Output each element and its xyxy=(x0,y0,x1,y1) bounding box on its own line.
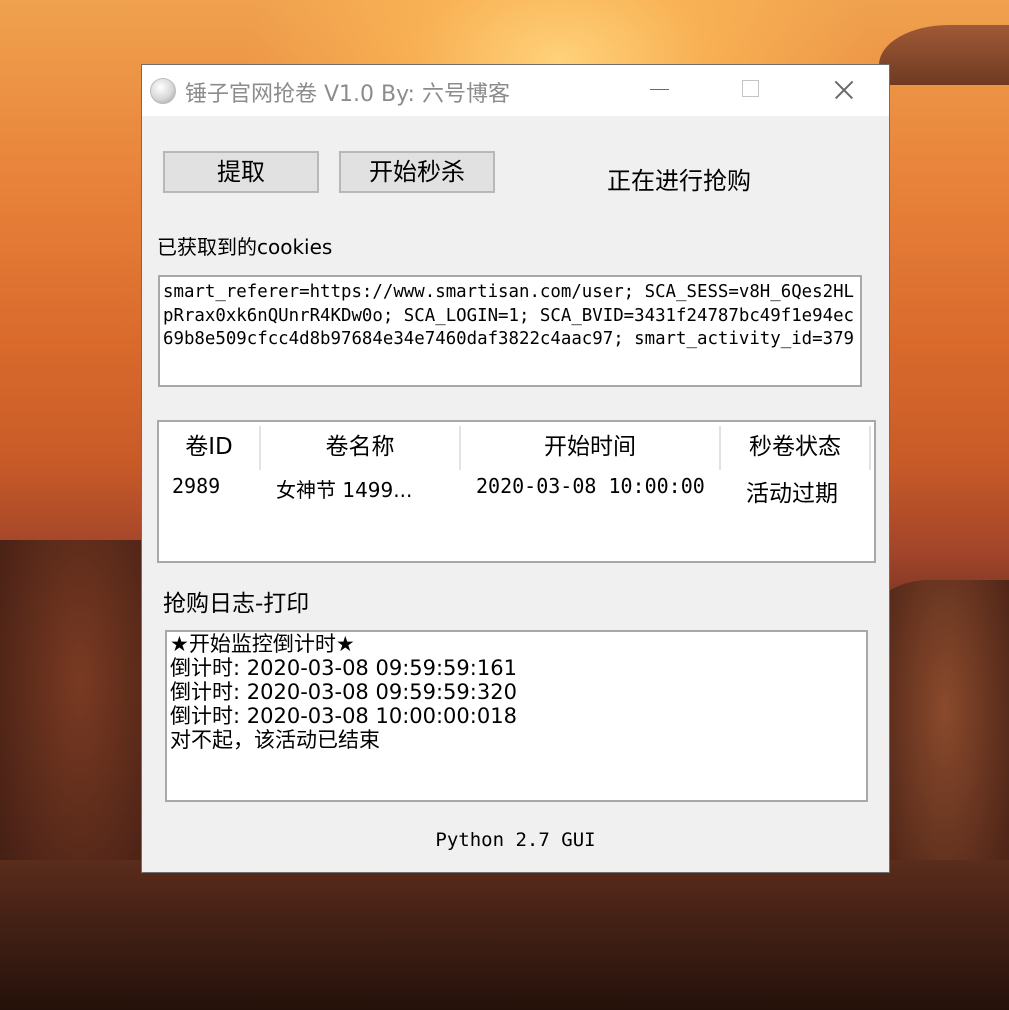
cell-coupon-id: 2989 xyxy=(172,474,221,498)
column-header-status[interactable]: 秒卷状态 xyxy=(721,422,869,472)
cell-coupon-name: 女神节 1499... xyxy=(276,478,413,502)
minimize-button[interactable] xyxy=(628,65,690,116)
log-label: 抢购日志-打印 xyxy=(163,591,310,617)
log-line: ★开始监控倒计时★ xyxy=(170,632,355,656)
wallpaper-island xyxy=(879,25,1009,85)
close-button[interactable] xyxy=(812,65,874,116)
window-title: 锤子官网抢卷 V1.0 By: 六号博客 xyxy=(185,82,510,107)
column-header-start-time[interactable]: 开始时间 xyxy=(461,422,719,472)
maximize-button[interactable] xyxy=(720,65,782,116)
log-line: 对不起，该活动已结束 xyxy=(170,728,380,752)
cookies-label: 已获取到的cookies xyxy=(157,235,333,259)
app-window: 锤子官网抢卷 V1.0 By: 六号博客 提取 开始秒杀 正在进行抢购 已获取到… xyxy=(141,64,890,873)
column-separator[interactable] xyxy=(869,426,871,470)
cookies-textbox[interactable]: smart_referer=https://www.smartisan.com/… xyxy=(158,275,862,387)
footer-label: Python 2.7 GUI xyxy=(435,829,596,851)
log-line: 倒计时: 2020-03-08 10:00:00:018 xyxy=(170,704,517,728)
app-icon xyxy=(150,78,176,104)
column-header-id[interactable]: 卷ID xyxy=(159,422,259,472)
wallpaper-rock-bottom xyxy=(0,860,1009,1010)
log-textbox[interactable]: ★开始监控倒计时★ 倒计时: 2020-03-08 09:59:59:161 倒… xyxy=(165,630,868,802)
column-header-name[interactable]: 卷名称 xyxy=(261,422,459,472)
log-line: 倒计时: 2020-03-08 09:59:59:161 xyxy=(170,656,517,680)
status-label: 正在进行抢购 xyxy=(607,167,751,195)
start-seckill-button[interactable]: 开始秒杀 xyxy=(339,151,495,193)
log-line: 倒计时: 2020-03-08 09:59:59:320 xyxy=(170,680,517,704)
cell-start-time: 2020-03-08 10:00:00 xyxy=(476,474,705,498)
cell-status: 活动过期 xyxy=(746,481,838,507)
extract-button[interactable]: 提取 xyxy=(163,151,319,193)
coupon-table[interactable]: 卷ID 卷名称 开始时间 秒卷状态 2989 女神节 1499... 2020-… xyxy=(157,420,876,563)
title-bar[interactable]: 锤子官网抢卷 V1.0 By: 六号博客 xyxy=(142,65,889,116)
